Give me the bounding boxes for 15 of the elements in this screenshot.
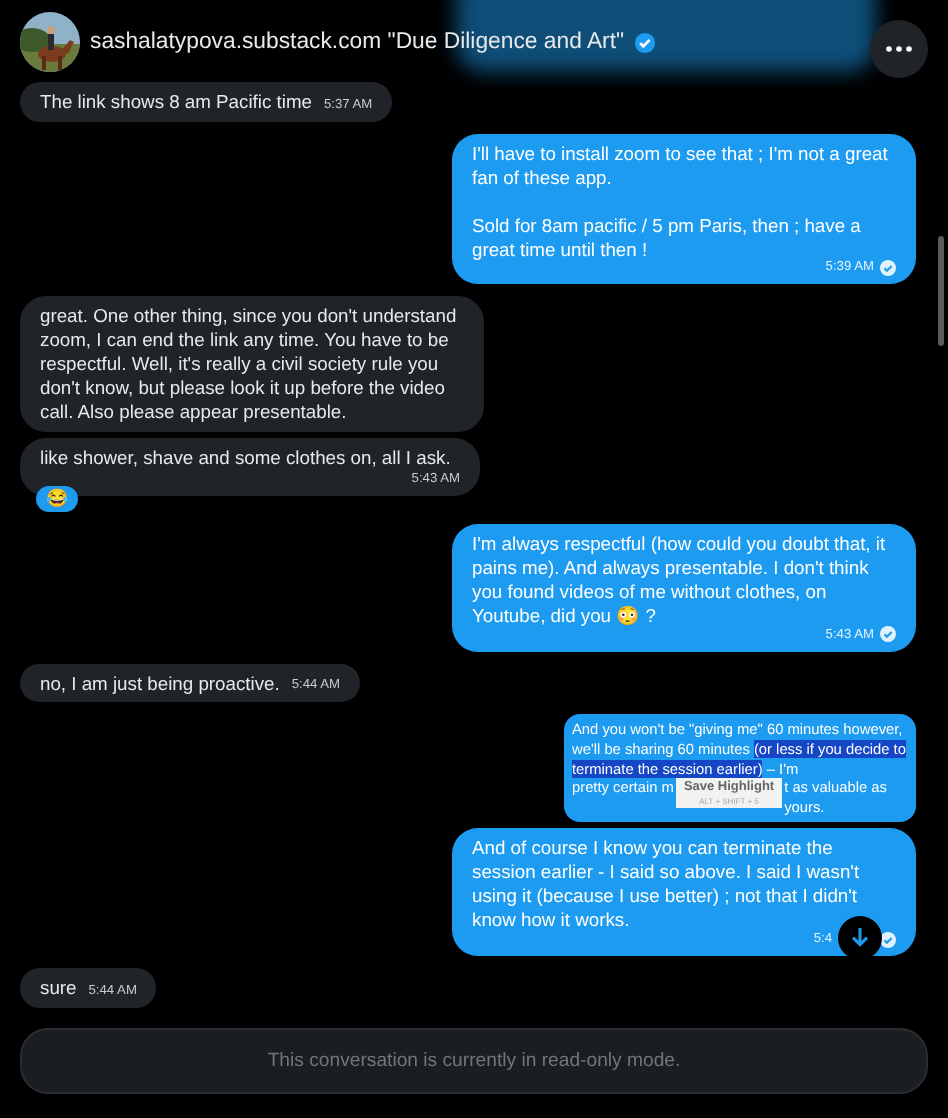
message-text: The link shows 8 am Pacific time bbox=[40, 90, 312, 114]
message-text: I'll have to install zoom to see that ; I'm not a great fan of these app. Sold for 8am pacific / 5 pm Paris, then ; have a great time until then ! bbox=[472, 141, 890, 260]
message-text: And of course I know you can terminate the session earlier - I said so above. I said I wasn't using it (because I use better) ; not that I didn't know how it works. bbox=[472, 836, 862, 932]
conversation-title: sashalatypova.substack.com "Due Diligence and Art" bbox=[90, 30, 625, 54]
more-icon bbox=[886, 46, 912, 52]
message-text: no, I am just being proactive. bbox=[40, 671, 280, 695]
read-only-notice: This conversation is currently in read-only mode. bbox=[20, 1028, 928, 1094]
more-button[interactable] bbox=[870, 20, 928, 78]
arrow-down-icon bbox=[850, 926, 870, 948]
message-text: I'm always respectful (how could you doubt that, it pains me). And always presentable. I don't think you found videos of me without clothes, on Youtube, did you 😳 ? bbox=[472, 531, 888, 627]
message-text: sure bbox=[40, 976, 77, 1000]
scroll-down-button[interactable] bbox=[838, 915, 882, 959]
scrollbar[interactable] bbox=[938, 236, 944, 346]
message-text: like shower, shave and some clothes on, all I ask. bbox=[40, 445, 453, 470]
message-text: great. One other thing, since you don't understand zoom, I can end the link any time. You have to be respectful. Well, it's really a civil society rule you don't know, but please look it up before the video call. Also please appear presentable. bbox=[40, 304, 459, 424]
